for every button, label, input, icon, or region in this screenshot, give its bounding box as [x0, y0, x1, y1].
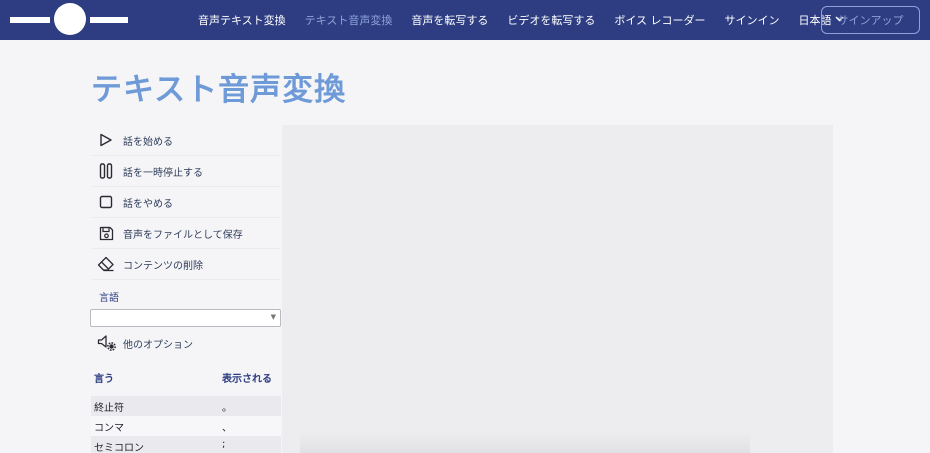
logo-bar-left	[10, 17, 50, 23]
punctuation-say: 終止符	[94, 403, 124, 414]
punctuation-shown: ;	[222, 439, 226, 450]
start-speaking-label: 話を始める	[123, 136, 173, 148]
delete-content-label: コンテンツの削除	[123, 260, 203, 272]
nav-link-voice-recorder[interactable]: ボイス レコーダー	[614, 12, 705, 28]
logo-bar-right	[90, 17, 128, 23]
punctuation-say: セミコロン	[94, 443, 144, 453]
signup-button[interactable]: サインアップ	[821, 6, 920, 34]
sidebar: 話を始める 話を一時停止する 話をやめる 音声をファイルとして保存 コンテンツの…	[91, 125, 281, 312]
pause-icon	[97, 162, 115, 180]
pause-speaking-label: 話を一時停止する	[123, 167, 203, 179]
top-navbar: 音声テキスト変換 テキスト音声変換 音声を転写する ビデオを転写する ボイス レ…	[0, 0, 930, 40]
save-icon	[97, 224, 115, 242]
save-audio-label: 音声をファイルとして保存	[123, 229, 243, 241]
editor-shadow	[300, 432, 750, 453]
dropdown-arrow-icon: ▼	[270, 313, 276, 321]
nav-link-sign-in[interactable]: サインイン	[725, 12, 780, 28]
logo-circle	[54, 3, 86, 35]
punctuation-header: 言う 表示される	[91, 368, 281, 386]
pause-speaking-button[interactable]: 話を一時停止する	[91, 156, 281, 187]
table-row: 終止符 。	[91, 396, 281, 416]
language-heading: 言語	[99, 292, 119, 304]
logo[interactable]	[10, 3, 128, 35]
language-select[interactable]: ▼	[90, 309, 281, 327]
play-icon	[97, 131, 115, 149]
delete-content-button[interactable]: コンテンツの削除	[91, 249, 281, 280]
nav-links: 音声テキスト変換 テキスト音声変換 音声を転写する ビデオを転写する ボイス レ…	[198, 0, 844, 40]
nav-link-text-to-speech[interactable]: テキスト音声変換	[305, 12, 393, 28]
punctuation-shown: 、	[222, 423, 232, 434]
punctuation-table: 終止符 。 コンマ 、 セミコロン ;	[91, 396, 281, 453]
table-row: セミコロン ;	[91, 436, 281, 453]
punctuation-header-shown: 表示される	[222, 374, 272, 385]
save-audio-button[interactable]: 音声をファイルとして保存	[91, 218, 281, 249]
nav-link-transcribe-video[interactable]: ビデオを転写する	[507, 12, 595, 28]
punctuation-say: コンマ	[94, 423, 124, 434]
stop-speaking-label: 話をやめる	[123, 198, 173, 210]
table-row: コンマ 、	[91, 416, 281, 436]
stop-icon	[97, 193, 115, 211]
speaker-gear-icon	[97, 334, 117, 352]
more-options-button[interactable]: 他のオプション	[91, 330, 281, 356]
punctuation-shown: 。	[222, 403, 232, 414]
start-speaking-button[interactable]: 話を始める	[91, 125, 281, 156]
text-editor-area[interactable]	[282, 125, 833, 453]
punctuation-header-say: 言う	[94, 374, 114, 385]
eraser-icon	[97, 255, 115, 273]
nav-link-speech-to-text[interactable]: 音声テキスト変換	[198, 12, 286, 28]
nav-link-transcribe-audio[interactable]: 音声を転写する	[411, 12, 488, 28]
more-options-label: 他のオプション	[123, 339, 193, 351]
stop-speaking-button[interactable]: 話をやめる	[91, 187, 281, 218]
page-title: テキスト音声変換	[91, 72, 347, 108]
